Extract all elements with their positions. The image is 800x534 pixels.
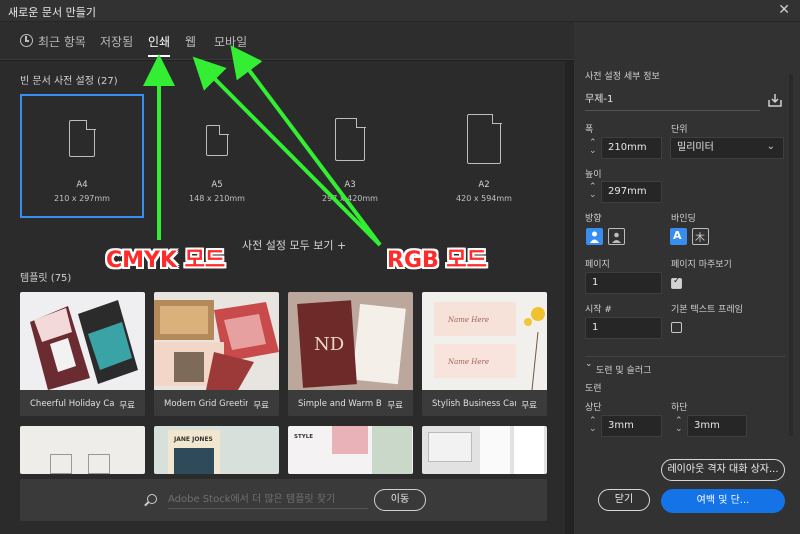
cmyk-mode-annotation: CMYK 모드: [106, 248, 226, 273]
rgb-mode-annotation: RGB 모드: [387, 248, 487, 273]
rgb-arrow-mobile: [230, 45, 382, 247]
rgb-arrow-web: [192, 56, 382, 247]
